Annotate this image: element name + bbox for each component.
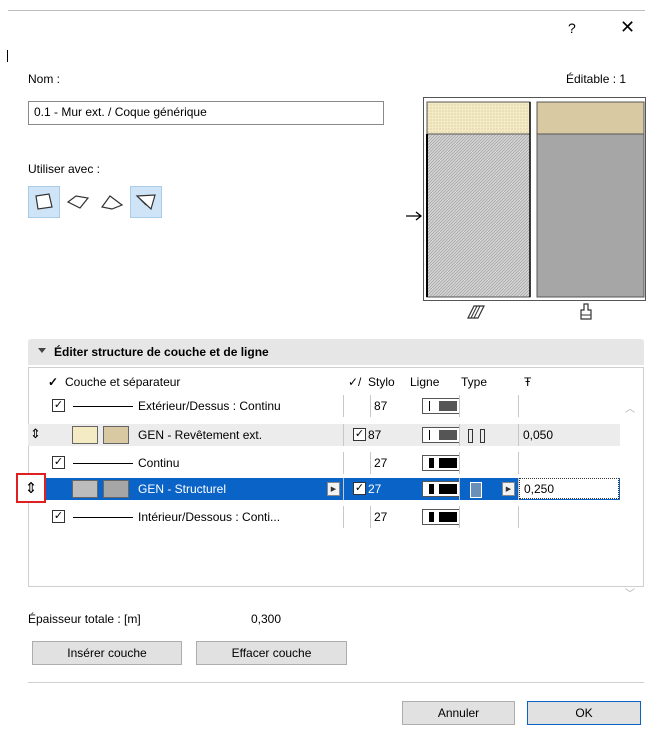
divider — [370, 506, 371, 528]
roof-icon[interactable] — [96, 186, 128, 218]
layer-structure-section-header[interactable]: Éditer structure de couche et de ligne — [28, 339, 644, 365]
row-pen[interactable]: 27 — [368, 482, 381, 496]
header-stylo: Stylo — [368, 375, 395, 389]
use-with-label: Utiliser avec : — [28, 162, 101, 176]
thickness-icon: Ŧ — [524, 375, 532, 389]
line-type-swatch[interactable] — [422, 509, 460, 525]
pen-override-icon: ✓/ — [348, 375, 362, 389]
table-row[interactable]: ⇕ GEN - Revêtement ext. ✓ 87 0,050 — [28, 424, 620, 446]
divider — [518, 506, 519, 528]
expand-arrow-icon[interactable]: ▶ — [327, 482, 340, 496]
delete-layer-button[interactable]: Effacer couche — [196, 641, 347, 665]
header-type: Type — [461, 375, 488, 389]
divider — [518, 395, 519, 417]
table-header: ✓ Couche et séparateur ✓/ Stylo Ligne Ty… — [28, 372, 620, 392]
name-input[interactable]: 0.1 - Mur ext. / Coque générique — [28, 101, 384, 125]
divider — [343, 478, 344, 500]
use-with-toolbar — [28, 186, 162, 218]
row-label: Intérieur/Dessous : Conti... — [138, 510, 281, 524]
row-label: Continu — [138, 456, 180, 470]
row-label: Extérieur/Dessus : Continu — [138, 399, 281, 413]
pen-override-checkbox[interactable]: ✓ — [353, 482, 366, 495]
cut-fill-icon — [466, 304, 486, 323]
divider — [370, 452, 371, 474]
header-layer: Couche et séparateur — [65, 375, 181, 389]
insert-layer-button[interactable]: Insérer couche — [32, 641, 182, 665]
line-type-swatch[interactable] — [422, 455, 460, 471]
total-thickness-value: 0,300 — [251, 612, 282, 626]
header-ligne: Ligne — [410, 375, 440, 389]
separator-line-icon — [73, 406, 133, 407]
scroll-down-icon[interactable]: ﹀ — [625, 585, 635, 600]
total-thickness-label: Épaisseur totale : [m] — [28, 612, 141, 626]
divider — [343, 452, 344, 474]
editable-label: Éditable : 1 — [566, 72, 627, 86]
divider — [370, 395, 371, 417]
row-thickness[interactable]: 0,050 — [523, 428, 553, 442]
line-type-swatch[interactable] — [422, 481, 460, 497]
divider — [343, 506, 344, 528]
divider — [343, 424, 344, 446]
section-title: Éditer structure de couche et de ligne — [54, 345, 269, 359]
reference-line-arrow-icon — [406, 210, 424, 224]
table-row[interactable]: ✓ Extérieur/Dessus : Continu 87 — [28, 395, 620, 417]
divider — [459, 478, 460, 500]
row-pen[interactable]: 27 — [374, 456, 387, 470]
row-checkbox[interactable]: ✓ — [52, 510, 65, 523]
table-row[interactable]: ✓ Intérieur/Dessous : Conti... 27 — [28, 506, 620, 528]
pen-override-checkbox[interactable]: ✓ — [353, 428, 366, 441]
separator-line-icon — [73, 517, 133, 518]
shell-icon[interactable] — [130, 186, 162, 218]
type-icon — [468, 429, 473, 443]
window-edge-marker — [7, 50, 8, 62]
line-type-swatch[interactable] — [422, 427, 460, 443]
color-swatch[interactable] — [103, 426, 129, 444]
line-type-swatch[interactable] — [422, 398, 460, 414]
title-bar-separator — [8, 10, 645, 11]
row-label: GEN - Revêtement ext. — [138, 428, 263, 442]
type-icon — [470, 482, 482, 498]
expand-arrow-icon[interactable]: ▶ — [502, 482, 515, 496]
footer-divider — [28, 682, 644, 683]
wall-icon[interactable] — [28, 186, 60, 218]
type-icon — [480, 429, 485, 443]
row-checkbox[interactable]: ✓ — [52, 399, 65, 412]
scroll-up-icon[interactable]: ︿ — [625, 400, 635, 415]
row-pen[interactable]: 87 — [374, 399, 387, 413]
row-thickness: 0,250 — [524, 482, 555, 496]
ok-button[interactable]: OK — [527, 701, 641, 725]
fill-swatch[interactable] — [72, 426, 98, 444]
divider — [459, 424, 460, 446]
divider — [459, 452, 460, 474]
row-label: GEN - Structurel — [138, 482, 227, 496]
row-checkbox[interactable]: ✓ — [52, 456, 65, 469]
divider — [459, 395, 460, 417]
divider — [343, 395, 344, 417]
row-pen[interactable]: 27 — [374, 510, 387, 524]
thickness-field[interactable]: 0,250 — [519, 478, 619, 499]
structure-preview — [423, 97, 646, 301]
surface-paint-icon — [578, 303, 594, 324]
help-button[interactable]: ? — [568, 20, 576, 36]
divider — [518, 424, 519, 446]
divider — [518, 452, 519, 474]
fill-swatch[interactable] — [72, 480, 98, 498]
check-all-icon[interactable]: ✓ — [48, 375, 58, 389]
name-label: Nom : — [28, 72, 61, 86]
drag-handle-icon[interactable]: ⇕ — [30, 426, 41, 442]
row-pen[interactable]: 87 — [368, 428, 381, 442]
collapse-triangle-icon[interactable] — [38, 348, 46, 353]
drag-handle-icon[interactable]: ⇕ — [16, 473, 46, 503]
cancel-button[interactable]: Annuler — [402, 701, 515, 725]
divider — [459, 506, 460, 528]
slab-icon[interactable] — [62, 186, 94, 218]
color-swatch[interactable] — [103, 480, 129, 498]
table-row[interactable]: ✓ Continu 27 — [28, 452, 620, 474]
close-button[interactable]: ✕ — [620, 17, 635, 38]
separator-line-icon — [73, 463, 133, 464]
table-row-selected[interactable]: ⇕ GEN - Structurel ▶ ✓ 27 ▶ 0,250 — [16, 473, 620, 503]
